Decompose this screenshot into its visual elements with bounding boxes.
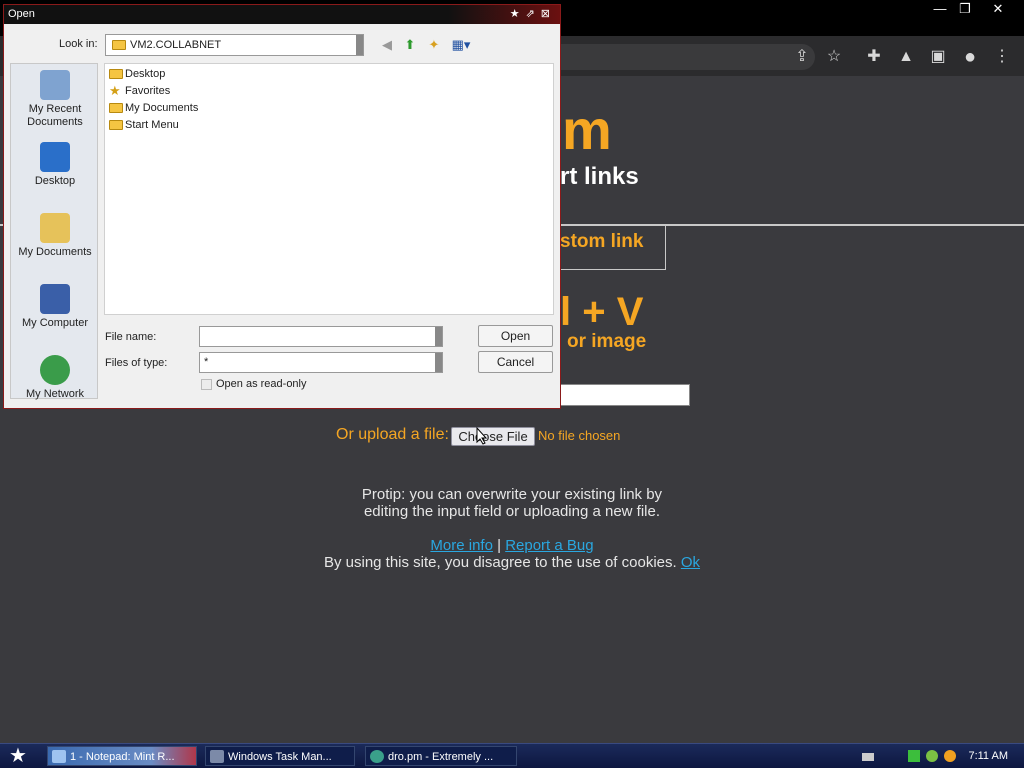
network-status-icon[interactable] xyxy=(908,750,920,762)
taskbar-item-notepad[interactable]: 1 - Notepad: Mint R... xyxy=(47,746,197,766)
open-button[interactable]: Open xyxy=(478,325,553,347)
look-in-label: Look in: xyxy=(59,38,98,50)
taskbar: ★ 1 - Notepad: Mint R... Windows Task Ma… xyxy=(0,743,1024,768)
notepad-icon xyxy=(52,750,66,763)
back-icon[interactable]: ◀ xyxy=(378,37,396,53)
clock: 7:11 AM xyxy=(968,750,1008,762)
dialog-close-icon[interactable]: ⊠ xyxy=(541,8,556,20)
file-list[interactable]: Desktop ★ Favorites My Documents Start M… xyxy=(104,63,554,315)
taskbar-item-browser[interactable]: dro.pm - Extremely ... xyxy=(365,746,517,766)
link-input[interactable] xyxy=(558,384,690,406)
upload-label: Or upload a file: xyxy=(336,426,449,443)
dropdown-arrow[interactable] xyxy=(356,35,363,55)
look-in-value: VM2.COLLABNET xyxy=(130,39,222,51)
list-item[interactable]: Start Menu xyxy=(109,117,179,133)
files-of-type-label: Files of type: xyxy=(105,357,168,369)
recycle-icon[interactable] xyxy=(926,750,938,762)
cookie-text: By using this site, you disagree to the … xyxy=(323,554,677,571)
list-item[interactable]: My Documents xyxy=(109,100,198,116)
cookie-ok-link[interactable]: Ok xyxy=(681,554,700,571)
list-item[interactable]: Desktop xyxy=(109,66,165,82)
my-documents-icon xyxy=(40,213,70,243)
look-in-dropdown[interactable]: VM2.COLLABNET xyxy=(105,34,364,56)
folder-icon xyxy=(109,120,123,130)
place-my-computer[interactable]: My Computer xyxy=(11,284,99,330)
folder-icon xyxy=(112,40,126,50)
custom-link-label[interactable]: stom link xyxy=(560,231,643,253)
help-icon[interactable]: ⇗ xyxy=(526,8,541,20)
bookmark-star-icon[interactable]: ☆ xyxy=(822,45,846,69)
keyboard-icon[interactable] xyxy=(862,753,874,761)
taskbar-item-task-manager[interactable]: Windows Task Man... xyxy=(205,746,355,766)
read-only-label: Open as read-only xyxy=(216,378,307,390)
paste-hint-subtitle: or image xyxy=(567,331,647,352)
read-only-checkbox[interactable] xyxy=(201,379,212,390)
open-file-dialog: Open ★⇗⊠ Look in: VM2.COLLABNET ◀ ⬆ ✦ ▦▾… xyxy=(3,4,561,409)
folder-icon xyxy=(109,103,123,113)
more-info-link[interactable]: More info xyxy=(430,537,493,554)
files-of-type-select[interactable]: * xyxy=(199,352,443,373)
search-icon[interactable] xyxy=(944,750,956,762)
place-my-documents[interactable]: My Documents xyxy=(11,213,99,259)
my-computer-icon xyxy=(40,284,70,314)
place-desktop[interactable]: Desktop xyxy=(11,142,99,188)
cookie-notice: By using this site, you disagree to the … xyxy=(280,554,744,571)
my-network-icon xyxy=(40,355,70,385)
folder-icon xyxy=(109,69,123,79)
place-recent-documents[interactable]: My Recent Documents xyxy=(11,70,99,129)
profile-icon[interactable]: ● xyxy=(958,45,982,69)
address-bar[interactable] xyxy=(555,44,815,70)
dialog-titlebar: Open ★⇗⊠ xyxy=(4,5,560,24)
cancel-button[interactable]: Cancel xyxy=(478,351,553,373)
restore-button[interactable]: ❐ xyxy=(950,0,980,18)
protip-line-2: editing the input field or uploading a n… xyxy=(363,503,661,520)
protip-line-1: Protip: you can overwrite your existing … xyxy=(361,486,663,503)
extensions-icon[interactable]: ✚ xyxy=(862,45,886,69)
place-my-network[interactable]: My Network xyxy=(11,355,99,401)
menu-icon[interactable]: ⋮ xyxy=(990,45,1014,69)
list-item[interactable]: ★ Favorites xyxy=(109,83,170,99)
close-button[interactable]: ✕ xyxy=(983,0,1013,18)
file-name-label: File name: xyxy=(105,331,157,343)
places-bar: My Recent Documents Desktop My Documents… xyxy=(10,63,99,401)
files-of-type-dropdown-arrow[interactable] xyxy=(435,353,442,372)
site-subtitle: rt links xyxy=(560,163,639,190)
favorites-star-icon: ★ xyxy=(109,83,121,98)
choose-file-button[interactable]: Choose File xyxy=(451,427,535,446)
browser-icon xyxy=(370,750,384,763)
paste-hint-title: l + V xyxy=(560,290,644,334)
desktop-screen: — ❐ ✕ ⇪ ☆ ✚ ▲ ▣ ● ⋮ m rt links stom link… xyxy=(0,0,1024,768)
file-name-input[interactable] xyxy=(199,326,443,347)
recent-documents-icon xyxy=(40,70,70,100)
mouse-cursor-icon xyxy=(476,427,488,445)
up-folder-icon[interactable]: ⬆ xyxy=(401,37,419,53)
flask-icon[interactable]: ▲ xyxy=(894,45,918,69)
sidepanel-icon[interactable]: ▣ xyxy=(926,45,950,69)
desktop-icon xyxy=(40,142,70,172)
link-separator: | xyxy=(497,537,502,554)
new-folder-icon[interactable]: ✦ xyxy=(425,37,443,53)
view-menu-icon[interactable]: ▦▾ xyxy=(449,37,473,53)
footer-links: More info | Report a Bug xyxy=(300,537,724,554)
dialog-title: Open xyxy=(8,8,35,20)
site-title: m xyxy=(562,98,612,161)
task-manager-icon xyxy=(210,750,224,763)
pin-icon[interactable]: ★ xyxy=(510,8,526,20)
start-star-icon[interactable]: ★ xyxy=(6,745,30,767)
report-bug-link[interactable]: Report a Bug xyxy=(505,537,593,554)
share-icon[interactable]: ⇪ xyxy=(790,45,814,69)
file-name-dropdown-arrow[interactable] xyxy=(435,327,442,346)
no-file-status: No file chosen xyxy=(538,428,621,443)
